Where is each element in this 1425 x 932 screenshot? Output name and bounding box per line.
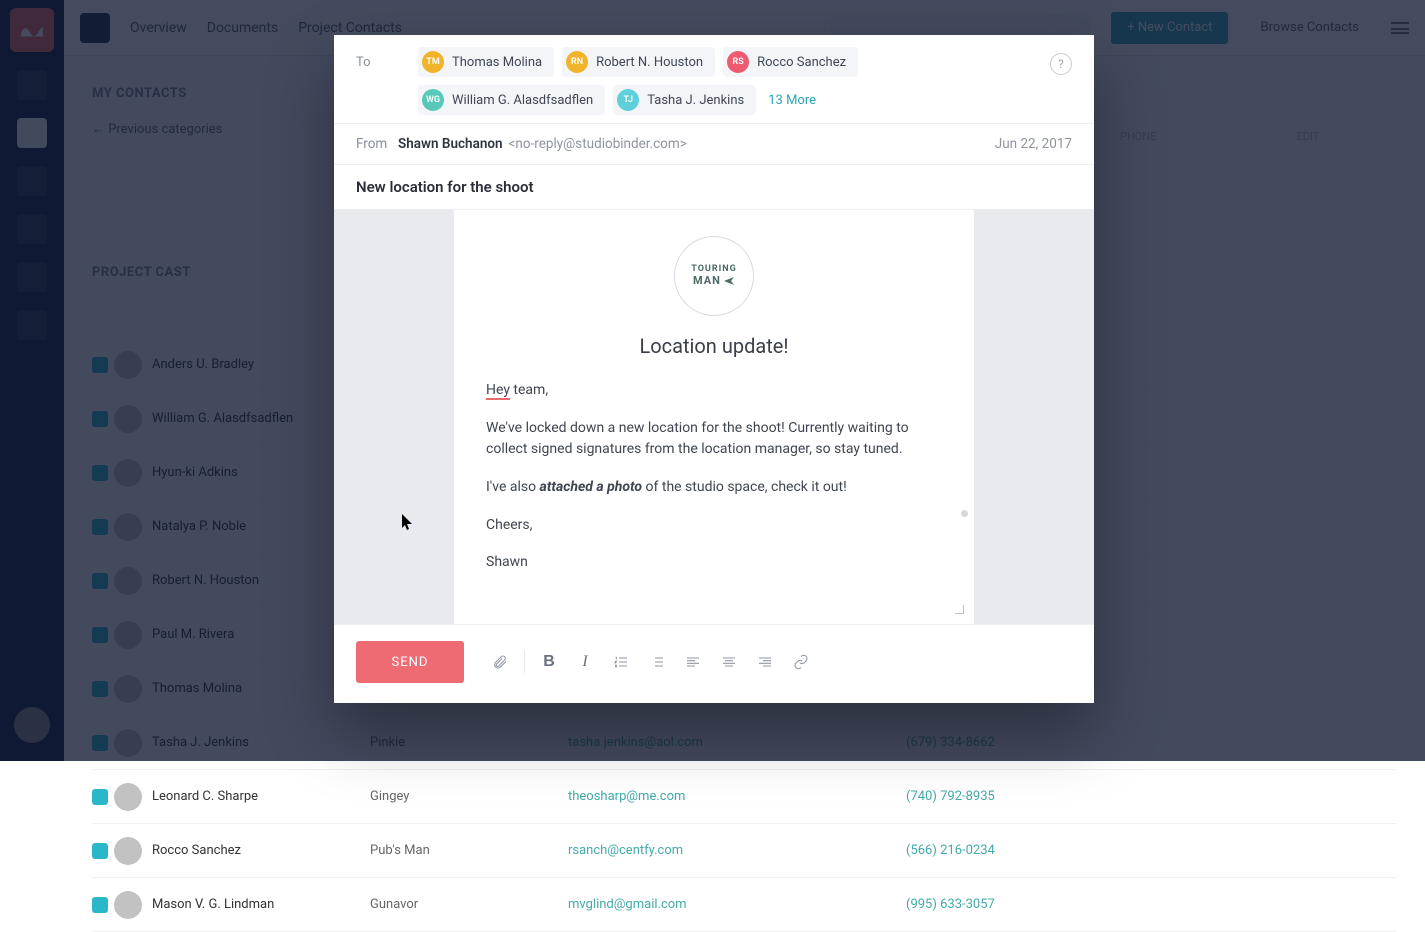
attachment-button[interactable] — [482, 644, 518, 680]
scroll-indicator — [961, 510, 968, 517]
avatar-badge: RN — [566, 51, 588, 73]
help-icon[interactable]: ? — [1050, 53, 1072, 75]
sent-date: Jun 22, 2017 — [995, 136, 1072, 152]
from-label: From — [356, 136, 398, 152]
list-ul-icon — [649, 654, 665, 670]
avatar-badge: TJ — [617, 89, 639, 111]
unordered-list-button[interactable] — [639, 644, 675, 680]
bold-button[interactable]: B — [531, 644, 567, 680]
recipient-chip[interactable]: TM Thomas Molina — [418, 47, 554, 77]
avatar-badge: RS — [727, 51, 749, 73]
align-center-button[interactable] — [711, 644, 747, 680]
align-left-icon — [685, 654, 701, 670]
body-paragraph-1: We've locked down a new location for the… — [486, 418, 942, 461]
avatar-badge: WG — [422, 89, 444, 111]
body-paragraph-2: I've also attached a photo of the studio… — [486, 477, 942, 499]
resize-handle[interactable] — [954, 604, 964, 614]
recipient-chip[interactable]: RN Robert N. Houston — [562, 47, 715, 77]
avatar-badge: TM — [422, 51, 444, 73]
table-row[interactable]: Leonard C. SharpeGingeytheosharp@me.com(… — [92, 770, 1397, 824]
signoff-line: Cheers, — [486, 515, 942, 537]
recipient-chip[interactable]: TJ Tasha J. Jenkins — [613, 85, 756, 115]
paperclip-icon — [492, 654, 508, 670]
align-left-button[interactable] — [675, 644, 711, 680]
link-button[interactable] — [783, 644, 819, 680]
from-email: <no-reply@studiobinder.com> — [509, 136, 687, 152]
from-name: Shawn Buchanon — [398, 136, 503, 152]
recipient-name: Robert N. Houston — [596, 55, 703, 70]
toolbar-divider — [524, 651, 525, 673]
brand-line2: MAN — [693, 275, 721, 287]
recipient-chip[interactable]: RS Rocco Sanchez — [723, 47, 858, 77]
from-row: From Shawn Buchanon <no-reply@studiobind… — [334, 124, 1094, 165]
mouse-cursor — [402, 514, 414, 532]
recipient-chips: TM Thomas Molina RN Robert N. Houston RS Rocc… — [418, 47, 1030, 115]
recipient-name: Tasha J. Jenkins — [647, 93, 744, 108]
recipient-chip[interactable]: WG William G. Alasdfsadflen — [418, 85, 605, 115]
list-ol-icon — [613, 654, 629, 670]
brand-logo-circle: TOURING MAN — [674, 236, 754, 316]
greeting-line: Hey team, — [486, 380, 942, 402]
to-label: To — [356, 47, 398, 70]
email-content-card[interactable]: TOURING MAN Location update! Hey team, W… — [454, 210, 974, 624]
align-right-button[interactable] — [747, 644, 783, 680]
email-heading: Location update! — [486, 334, 942, 358]
italic-button[interactable]: I — [567, 644, 603, 680]
compose-toolbar: SEND B I — [334, 624, 1094, 703]
more-recipients-link[interactable]: 13 More — [768, 93, 816, 108]
recipients-row: To TMThomas MolinaRNRobert N. HoustonRSR… — [334, 35, 1094, 124]
compose-modal: To TMThomas MolinaRNRobert N. HoustonRSR… — [334, 35, 1094, 703]
recipient-name: Rocco Sanchez — [757, 55, 846, 70]
align-center-icon — [721, 654, 737, 670]
plane-icon — [723, 275, 735, 287]
table-row[interactable]: Mason V. G. LindmanGunavormvglind@gmail.… — [92, 878, 1397, 932]
signature-name: Shawn — [486, 552, 942, 574]
send-button[interactable]: SEND — [356, 641, 464, 683]
recipient-name: William G. Alasdfsadflen — [452, 93, 593, 108]
email-body-area: TOURING MAN Location update! Hey team, W… — [334, 210, 1094, 624]
subject-field[interactable]: New location for the shoot — [334, 165, 1094, 210]
ordered-list-button[interactable] — [603, 644, 639, 680]
table-row[interactable]: Rocco SanchezPub's Manrsanch@centfy.com(… — [92, 824, 1397, 878]
recipient-name: Thomas Molina — [452, 55, 542, 70]
link-icon — [793, 654, 809, 670]
align-right-icon — [757, 654, 773, 670]
